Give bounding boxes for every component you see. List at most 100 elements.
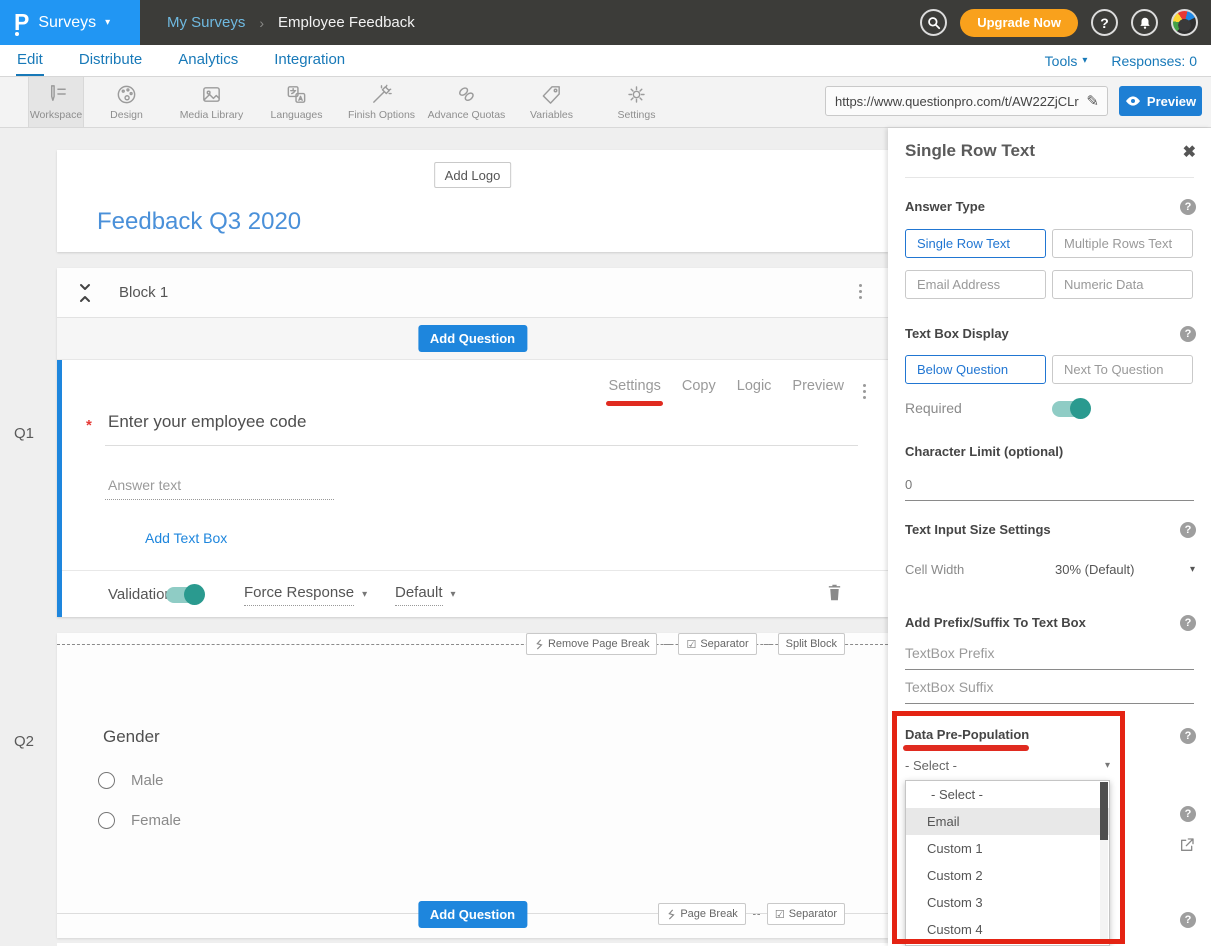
character-limit-input[interactable] xyxy=(905,477,1194,501)
toolbar-item-advance-quotas[interactable]: Advance Quotas xyxy=(424,77,509,127)
breadcrumb-separator-icon: › xyxy=(259,15,264,31)
answer-type-email[interactable]: Email Address xyxy=(905,270,1046,299)
avatar[interactable] xyxy=(1171,9,1198,36)
validation-toggle[interactable] xyxy=(166,587,203,603)
text-box-display-label: Text Box Display xyxy=(905,326,1009,341)
add-text-box-link[interactable]: Add Text Box xyxy=(145,530,227,546)
split-block-button[interactable]: Split Block xyxy=(778,633,845,655)
nav-right: Tools▾ Responses: 0 xyxy=(1045,45,1211,76)
notifications-button[interactable] xyxy=(1131,9,1158,36)
preview-button[interactable]: Preview xyxy=(1119,86,1202,116)
survey-url-input[interactable] xyxy=(826,94,1084,109)
display-below-question[interactable]: Below Question xyxy=(905,355,1046,384)
dropdown-option-email[interactable]: Email xyxy=(906,808,1109,835)
dropdown-option-select[interactable]: - Select - xyxy=(906,781,1109,808)
edit-url-icon[interactable]: ✎ xyxy=(1084,92,1107,110)
scrollbar-thumb[interactable] xyxy=(1100,782,1108,840)
input-size-help-icon[interactable]: ? xyxy=(1180,522,1196,538)
collapse-block-icon[interactable] xyxy=(78,282,92,304)
add-question-button-top[interactable]: Add Question xyxy=(418,325,527,352)
dropdown-option-custom3[interactable]: Custom 3 xyxy=(906,889,1109,916)
question-tab-copy[interactable]: Copy xyxy=(682,378,716,394)
required-toggle[interactable] xyxy=(1052,401,1089,417)
required-asterisk: * xyxy=(86,417,92,434)
cell-width-value[interactable]: 30% (Default) xyxy=(1055,562,1134,577)
search-button[interactable] xyxy=(920,9,947,36)
tab-edit[interactable]: Edit xyxy=(16,45,44,76)
toolbar-item-media-library[interactable]: Media Library xyxy=(169,77,254,127)
answer-type-help-icon[interactable]: ? xyxy=(1180,199,1196,215)
add-question-button-bottom[interactable]: Add Question xyxy=(418,901,527,928)
text-box-display-help-icon[interactable]: ? xyxy=(1180,326,1196,342)
question-1-text[interactable]: Enter your employee code xyxy=(108,412,306,432)
separator-button-bottom[interactable]: ☑ Separator xyxy=(767,903,845,925)
tab-distribute[interactable]: Distribute xyxy=(78,45,143,76)
default-select[interactable]: Default ▾ xyxy=(395,584,456,606)
survey-title[interactable]: Feedback Q3 2020 xyxy=(97,208,301,236)
cell-width-label: Cell Width xyxy=(905,562,964,577)
textbox-prefix-input[interactable] xyxy=(905,646,1194,670)
divider xyxy=(905,177,1194,178)
dropdown-option-custom2[interactable]: Custom 2 xyxy=(906,862,1109,889)
hidden-section-help-icon2[interactable]: ? xyxy=(1180,912,1196,928)
upgrade-button[interactable]: Upgrade Now xyxy=(960,9,1078,37)
tools-menu[interactable]: Tools▾ xyxy=(1045,53,1088,69)
question-2-text[interactable]: Gender xyxy=(103,727,160,747)
answer-text-input[interactable] xyxy=(105,475,334,500)
question-tab-preview[interactable]: Preview xyxy=(792,378,844,394)
radio-option-male[interactable]: Male xyxy=(98,772,164,789)
questionpro-editor: P Surveys ▾ My Surveys › Employee Feedba… xyxy=(0,0,1211,946)
add-logo-button[interactable]: Add Logo xyxy=(434,162,512,188)
chevron-down-icon[interactable]: ▾ xyxy=(1190,565,1195,575)
answer-type-numeric[interactable]: Numeric Data xyxy=(1052,270,1193,299)
answer-type-multiple-rows[interactable]: Multiple Rows Text xyxy=(1052,229,1193,258)
checkbox-icon: ☑ xyxy=(686,638,696,651)
tab-integration[interactable]: Integration xyxy=(273,45,346,76)
question-tabs: Settings Copy Logic Preview xyxy=(608,378,844,394)
data-prepopulation-help-icon[interactable]: ? xyxy=(1180,728,1196,744)
page-break-button[interactable]: Page Break xyxy=(658,903,745,925)
prefix-suffix-help-icon[interactable]: ? xyxy=(1180,615,1196,631)
question-more-menu[interactable] xyxy=(859,380,870,403)
radio-option-female[interactable]: Female xyxy=(98,812,181,829)
dash-connector xyxy=(753,914,760,915)
force-response-select[interactable]: Force Response ▾ xyxy=(244,584,367,606)
toolbar-item-variables[interactable]: Variables xyxy=(509,77,594,127)
radio-icon[interactable] xyxy=(98,812,115,829)
external-link-icon[interactable] xyxy=(1179,837,1195,853)
product-switcher[interactable]: P Surveys ▾ xyxy=(0,0,140,45)
close-icon[interactable]: ✖ xyxy=(1183,142,1196,162)
delete-question-icon[interactable] xyxy=(826,583,843,602)
breadcrumb: My Surveys › Employee Feedback xyxy=(167,14,415,31)
translate-icon xyxy=(285,83,308,106)
dropdown-scrollbar[interactable] xyxy=(1100,782,1108,944)
question-tab-settings[interactable]: Settings xyxy=(608,378,660,394)
radio-icon[interactable] xyxy=(98,772,115,789)
toolbar-item-settings[interactable]: Settings xyxy=(594,77,679,127)
dropdown-option-custom1[interactable]: Custom 1 xyxy=(906,835,1109,862)
dropdown-option-custom4[interactable]: Custom 4 xyxy=(906,916,1109,943)
answer-type-single-row[interactable]: Single Row Text xyxy=(905,229,1046,258)
page-break-icon xyxy=(534,639,544,650)
editor-content: Q1 Q2 Add Logo Feedback Q3 2020 Block 1 … xyxy=(0,128,1211,946)
topbar-actions: Upgrade Now ? xyxy=(920,9,1211,37)
toolbar-item-design[interactable]: Design xyxy=(84,77,169,127)
remove-page-break-button[interactable]: Remove Page Break xyxy=(526,633,658,655)
responses-count[interactable]: Responses: 0 xyxy=(1111,53,1197,69)
survey-header-card: Add Logo Feedback Q3 2020 xyxy=(57,150,888,252)
separator-button-mid[interactable]: ☑ Separator xyxy=(678,633,756,655)
hidden-section-help-icon[interactable]: ? xyxy=(1180,806,1196,822)
toolbar-item-workspace[interactable]: Workspace xyxy=(28,77,84,127)
toolbar-item-languages[interactable]: Languages xyxy=(254,77,339,127)
question-tab-logic[interactable]: Logic xyxy=(737,378,772,394)
display-next-to-question[interactable]: Next To Question xyxy=(1052,355,1193,384)
textbox-suffix-input[interactable] xyxy=(905,680,1194,704)
block-title[interactable]: Block 1 xyxy=(119,284,168,301)
data-prepopulation-select[interactable]: - Select - ▾ xyxy=(905,758,1110,773)
panel-title: Single Row Text xyxy=(905,141,1035,161)
toolbar-item-finish-options[interactable]: Finish Options xyxy=(339,77,424,127)
breadcrumb-my-surveys[interactable]: My Surveys xyxy=(167,14,245,31)
tab-analytics[interactable]: Analytics xyxy=(177,45,239,76)
help-button[interactable]: ? xyxy=(1091,9,1118,36)
block-more-menu[interactable] xyxy=(855,280,866,303)
